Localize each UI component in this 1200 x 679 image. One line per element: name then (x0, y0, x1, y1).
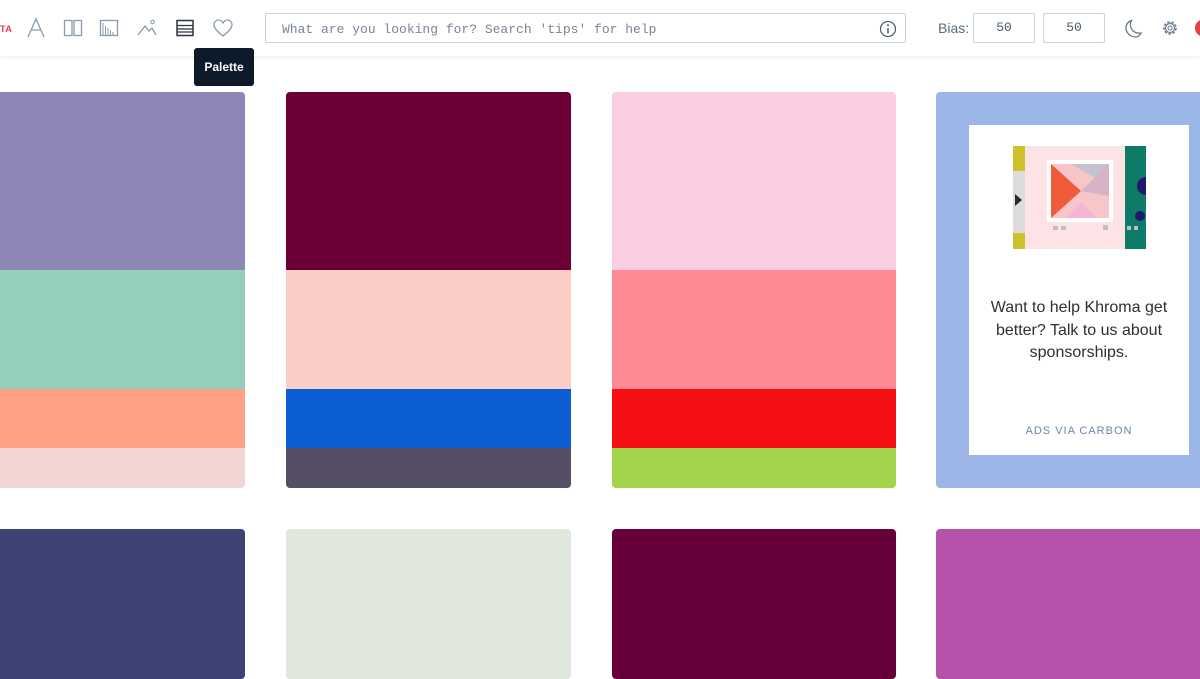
ad-text[interactable]: Want to help Khroma get better? Talk to … (969, 297, 1189, 365)
ads-via-carbon-link[interactable]: ADS VIA CARBON (969, 425, 1189, 437)
gradient-icon[interactable] (98, 17, 120, 39)
palette-card-4[interactable] (0, 529, 245, 679)
palette-card-1[interactable] (0, 92, 245, 488)
logo[interactable]: TA (0, 24, 12, 34)
palette-card-7[interactable] (936, 529, 1200, 679)
color-swatch[interactable] (612, 270, 896, 389)
color-swatch[interactable] (0, 389, 245, 448)
palette-icon[interactable] (174, 17, 196, 39)
gear-icon[interactable] (1160, 18, 1180, 38)
color-swatch[interactable] (286, 270, 571, 389)
color-swatch[interactable] (612, 389, 896, 448)
moon-icon[interactable] (1122, 18, 1144, 40)
color-swatch[interactable] (0, 529, 245, 679)
image-icon[interactable] (136, 17, 158, 39)
typography-icon[interactable] (25, 17, 47, 39)
top-toolbar: TA Bias: 50 50 (0, 0, 1200, 56)
color-swatch[interactable] (0, 270, 245, 389)
search-box (265, 13, 906, 44)
ad-content[interactable]: Want to help Khroma get better? Talk to … (969, 125, 1189, 455)
info-icon[interactable] (879, 20, 897, 38)
palette-card-2[interactable] (286, 92, 571, 488)
bias-input-2[interactable]: 50 (1043, 13, 1105, 43)
color-swatch[interactable] (286, 448, 571, 488)
bias-label: Bias: (938, 20, 970, 36)
color-swatch[interactable] (612, 529, 896, 679)
heart-icon[interactable] (212, 17, 234, 39)
palette-card-6[interactable] (612, 529, 896, 679)
palette-tooltip: Palette (194, 48, 254, 86)
color-swatch[interactable] (0, 92, 245, 270)
color-swatch[interactable] (612, 92, 896, 270)
color-swatch[interactable] (0, 448, 245, 488)
color-swatch[interactable] (936, 529, 1200, 679)
ad-image[interactable] (1013, 146, 1146, 249)
palette-card-3[interactable] (612, 92, 896, 488)
sponsor-ad-card: Want to help Khroma get better? Talk to … (936, 92, 1200, 488)
color-swatch[interactable] (612, 448, 896, 488)
color-swatch[interactable] (286, 92, 571, 270)
bias-input-1[interactable]: 50 (973, 13, 1035, 43)
color-swatch[interactable] (286, 529, 571, 679)
avatar[interactable] (1195, 20, 1200, 36)
split-view-icon[interactable] (62, 17, 84, 39)
search-input[interactable] (280, 14, 874, 44)
color-swatch[interactable] (286, 389, 571, 448)
palette-card-5[interactable] (286, 529, 571, 679)
